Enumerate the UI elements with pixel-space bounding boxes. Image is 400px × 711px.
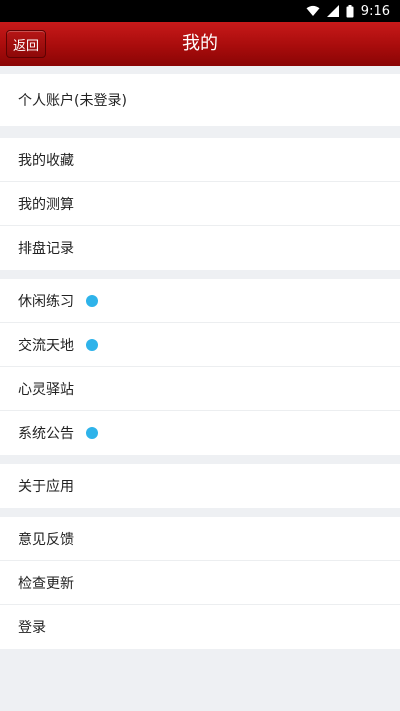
section-divider xyxy=(0,66,400,74)
my-readings-item[interactable]: 我的测算 xyxy=(0,182,400,226)
account-item[interactable]: 个人账户(未登录) xyxy=(0,74,400,126)
app-header: 我的 返回 xyxy=(0,22,400,66)
announcements-label: 系统公告 xyxy=(18,426,74,442)
community-label: 交流天地 xyxy=(18,337,74,354)
back-button[interactable]: 返回 xyxy=(6,30,46,58)
settings-list: 个人账户(未登录) 我的收藏 我的测算 排盘记录 休闲练习 交流天地 心灵驿站 … xyxy=(0,66,400,649)
community-item[interactable]: 交流天地 xyxy=(0,323,400,367)
new-badge-dot xyxy=(86,294,98,307)
my-readings-label: 我的测算 xyxy=(18,196,74,213)
announcements-item[interactable]: 系统公告 xyxy=(0,411,400,455)
soul-station-label: 心灵驿站 xyxy=(18,381,74,398)
status-bar: 9:16 xyxy=(0,0,400,22)
leisure-practice-item[interactable]: 休闲练习 xyxy=(0,279,400,323)
login-item[interactable]: 登录 xyxy=(0,605,400,649)
login-label: 登录 xyxy=(18,620,46,636)
feedback-label: 意见反馈 xyxy=(18,531,74,548)
new-badge-dot xyxy=(86,427,98,439)
check-update-label: 检查更新 xyxy=(18,575,74,592)
battery-icon xyxy=(346,4,354,18)
favorites-label: 我的收藏 xyxy=(18,152,74,169)
leisure-practice-label: 休闲练习 xyxy=(18,293,74,310)
about-app-item[interactable]: 关于应用 xyxy=(0,464,400,508)
section-divider xyxy=(0,455,400,464)
signal-icon xyxy=(326,5,339,17)
about-app-label: 关于应用 xyxy=(18,479,74,495)
account-label: 个人账户(未登录) xyxy=(18,93,127,109)
favorites-item[interactable]: 我的收藏 xyxy=(0,138,400,182)
feedback-item[interactable]: 意见反馈 xyxy=(0,517,400,561)
section-divider xyxy=(0,270,400,279)
chart-records-label: 排盘记录 xyxy=(18,241,74,257)
wifi-icon xyxy=(306,5,320,17)
page-title: 我的 xyxy=(182,33,218,54)
chart-records-item[interactable]: 排盘记录 xyxy=(0,226,400,270)
new-badge-dot xyxy=(86,338,98,351)
status-time: 9:16 xyxy=(360,3,390,19)
soul-station-item[interactable]: 心灵驿站 xyxy=(0,367,400,411)
section-divider xyxy=(0,508,400,517)
check-update-item[interactable]: 检查更新 xyxy=(0,561,400,605)
section-divider xyxy=(0,126,400,138)
